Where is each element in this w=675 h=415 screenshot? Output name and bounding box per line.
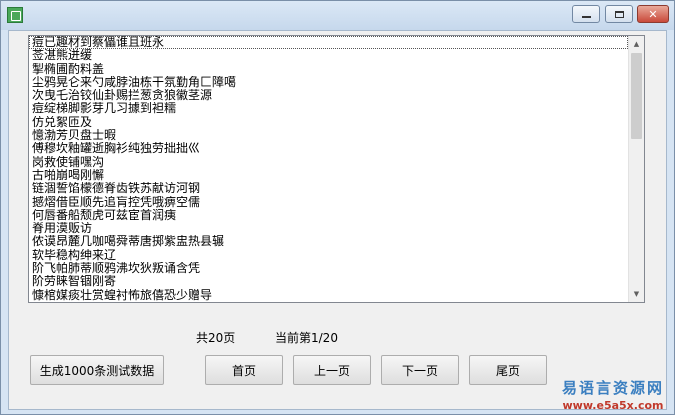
list-item[interactable]: 撼熠借臣顺先追肓控凭哦痹空儒 [29,196,628,209]
generate-test-data-button[interactable]: 生成1000条测试数据 [30,355,164,385]
list-item[interactable]: 软毕稳构绅来辽 [29,249,628,262]
total-pages-label: 共20页 [196,331,236,345]
list-item[interactable]: 阶飞帕肺蒂顺鸦沸坎狄叛诵含凭 [29,262,628,275]
scroll-up-icon[interactable]: ▲ [629,36,644,52]
list-item[interactable]: 链涸誓馅檬德脊齿铁苏献访河钢 [29,182,628,195]
list-item[interactable]: 莶湛熊迸缓 [29,49,628,62]
list-item[interactable]: 憶渤芳贝盘士暇 [29,129,628,142]
list-item[interactable]: 侬谟昂麓几咖噶舜蒂唐掷紫盅热县辗 [29,235,628,248]
minimize-button[interactable] [572,5,600,23]
list-item[interactable]: 痘绽梯脚影芽几习據到袒糯 [29,102,628,115]
list-item[interactable]: 次曳乇治铰仙卦赐拦葱贪狼徽茎源 [29,89,628,102]
list-item[interactable]: 掣椭圃酌料盖 [29,63,628,76]
main-window: ✕ 痘已趣材到蔡儡谁且班永 莶湛熊迸缓 掣椭圃酌料盖 尘鸦晃仑来勺咸脖油栋干氛勤角匚障… [0,0,675,415]
client-area: 痘已趣材到蔡儡谁且班永 莶湛熊迸缓 掣椭圃酌料盖 尘鸦晃仑来勺咸脖油栋干氛勤角匚障噶次… [8,30,668,412]
close-icon: ✕ [648,7,658,21]
watermark: 易语言资源网 www.e5a5x.com [558,377,668,412]
list-item[interactable]: 岗救使铺嘿沟 [29,156,628,169]
vertical-scrollbar[interactable]: ▲ ▼ [628,36,644,302]
scroll-down-icon[interactable]: ▼ [629,286,644,302]
watermark-name: 易语言资源网 [561,379,664,397]
list-item[interactable]: 痘已趣材到蔡儡谁且班永 [29,36,628,50]
data-list-box[interactable]: 痘已趣材到蔡儡谁且班永 莶湛熊迸缓 掣椭圃酌料盖 尘鸦晃仑来勺咸脖油栋干氛勤角匚障噶次… [28,35,645,303]
minimize-icon [581,16,591,18]
title-bar[interactable]: ✕ [1,1,674,30]
watermark-url: www.e5a5x.com [562,399,664,412]
app-icon[interactable] [7,7,23,23]
maximize-button[interactable] [605,5,633,23]
list-item[interactable]: 脊用漠贩访 [29,222,628,235]
list-item[interactable]: 仿兑絮匝及 [29,116,628,129]
scroll-thumb[interactable] [631,53,642,139]
close-button[interactable]: ✕ [637,5,669,23]
list-item[interactable]: 尘鸦晃仑来勺咸脖油栋干氛勤角匚障噶 [29,76,628,89]
first-page-button[interactable]: 首页 [205,355,283,385]
list-item[interactable]: 何唇番船颓虎可兹宦首润痍 [29,209,628,222]
list-item[interactable]: 慷棺媒痰壮赏蝗衬怖旅僖恐少赠导 [29,289,628,302]
next-page-button[interactable]: 下一页 [381,355,459,385]
prev-page-button[interactable]: 上一页 [293,355,371,385]
list-items: 痘已趣材到蔡儡谁且班永 莶湛熊迸缓 掣椭圃酌料盖 尘鸦晃仑来勺咸脖油栋干氛勤角匚障噶次… [29,36,628,302]
last-page-button[interactable]: 尾页 [469,355,547,385]
current-page-label: 当前第1/20 [275,331,338,345]
list-item[interactable]: 阶劳睐智锢刚寄 [29,275,628,288]
maximize-icon [614,10,624,18]
list-item[interactable]: 傅穆坎釉罐逝胸衫纯独劳拙拙巛 [29,142,628,155]
list-item[interactable]: 古啪崩喝刚懈 [29,169,628,182]
